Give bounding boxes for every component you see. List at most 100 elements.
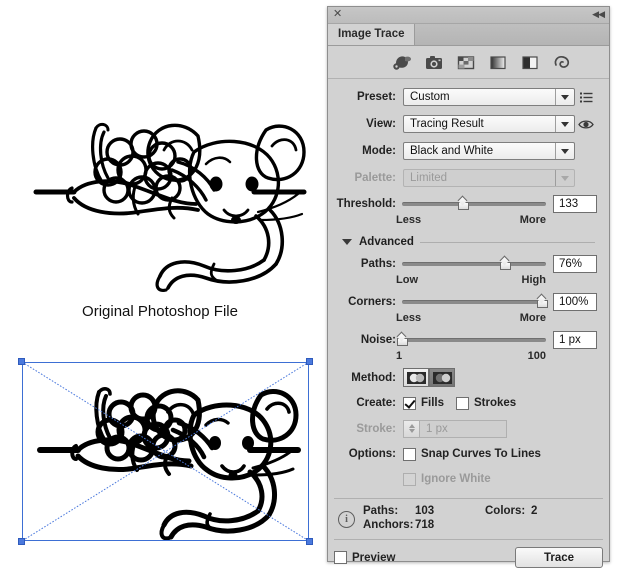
snap-curves-label: Snap Curves To Lines [421,448,541,460]
advanced-disclosure[interactable]: Advanced [334,232,597,252]
threshold-endlabels: Less More [334,214,597,229]
preset-value: Custom [410,91,450,103]
mode-select[interactable]: Black and White [403,142,575,160]
info-colors-label: Colors: [485,505,526,517]
info-values: Paths: 103 Colors: 2 Anchors: 718 [363,505,603,533]
stroke-stepper [403,419,420,438]
noise-min-label: 1 [396,350,403,362]
method-abutting-button[interactable] [403,368,429,387]
threshold-slider[interactable] [402,194,546,214]
panel-tabstrip: Image Trace [328,24,609,46]
corners-value-input[interactable]: 100% [553,293,597,311]
chevron-down-icon[interactable] [555,89,574,105]
low-color-icon[interactable] [456,54,476,71]
artwork-caption: Original Photoshop File [82,303,238,320]
paths-track [402,262,546,266]
triangle-down-icon[interactable] [342,239,352,245]
preview-checkbox[interactable] [334,551,347,564]
collapse-panel-icon[interactable]: ◀◀ [592,8,605,21]
grayscale-icon[interactable] [488,54,508,71]
view-row: View: Tracing Result [334,113,597,135]
chevron-down-icon [555,170,574,186]
tab-image-trace[interactable]: Image Trace [328,24,416,45]
trace-mode-icon-row [328,46,609,79]
preset-menu-icon[interactable] [575,92,597,103]
eye-icon[interactable] [575,119,597,130]
advanced-label: Advanced [359,236,414,248]
fills-checkbox[interactable] [403,396,416,410]
info-icon: i [338,510,355,528]
paths-slider[interactable] [402,254,546,274]
options-label: Options: [348,448,396,460]
selection-handle-bottom-right[interactable] [306,538,313,545]
paths-endlabels: Low High [334,274,597,289]
paths-min-label: Low [396,274,418,286]
ignore-white-label: Ignore White [421,473,491,485]
mode-value: Black and White [410,145,494,157]
palette-row: Palette: Limited [334,167,597,189]
corners-label: Corners: [348,296,396,308]
auto-color-icon[interactable] [392,54,412,71]
method-button-group [403,368,455,387]
info-anchors-value: 718 [415,519,435,531]
paths-row: Paths: 76% [334,254,597,274]
high-color-icon[interactable] [424,54,444,71]
chevron-down-icon[interactable] [555,116,574,132]
snap-curves-checkbox[interactable] [403,447,416,461]
corners-min-label: Less [396,312,422,324]
trace-info-section: i Paths: 103 Colors: 2 Anchors: 718 [334,498,603,539]
fills-label: Fills [421,397,445,409]
paths-thumb[interactable] [499,258,513,271]
mode-row: Mode: Black and White [334,140,597,162]
stepper-down-icon [408,429,415,433]
stepper-up-icon [408,424,415,428]
info-paths-value: 103 [415,505,435,517]
preset-select[interactable]: Custom [403,88,575,106]
view-select[interactable]: Tracing Result [403,115,575,133]
ignore-white-row: Ignore White [334,469,597,489]
threshold-min-label: Less [396,214,422,226]
stroke-label: Stroke: [356,422,396,435]
create-row: Create: Fills Strokes [334,393,597,413]
selection-handle-top-right[interactable] [306,358,313,365]
paths-value-input[interactable]: 76% [553,255,597,273]
corners-endlabels: Less More [334,312,597,327]
corners-max-label: More [519,312,546,324]
threshold-label: Threshold: [336,198,396,210]
paths-max-label: High [521,274,546,286]
view-value: Tracing Result [410,118,484,130]
stroke-row: Stroke: 1 px [334,418,597,439]
corners-thumb[interactable] [537,296,550,309]
stroke-value-input: 1 px [420,419,507,438]
selection-handle-top-left[interactable] [18,358,25,365]
outline-icon[interactable] [552,54,572,71]
chevron-down-icon[interactable] [555,143,574,159]
options-row: Options: Snap Curves To Lines [334,444,597,464]
noise-slider[interactable] [397,330,546,350]
trace-button[interactable]: Trace [515,547,603,568]
paths-label: Paths: [360,258,396,270]
tabstrip-filler [415,24,609,45]
traced-artwork-selection[interactable] [18,358,313,545]
palette-label: Palette: [354,172,396,184]
strokes-checkbox[interactable] [456,396,470,410]
artboard-canvas: Original Photoshop File [0,0,325,569]
preset-row: Preset: Custom [334,86,597,108]
corners-slider[interactable] [402,292,549,312]
traced-artwork-image [37,387,301,541]
panel-titlebar: ✕ ◀◀ [328,7,609,24]
noise-value-input[interactable]: 1 px [553,331,597,349]
advanced-divider [419,241,595,243]
corners-row: Corners: 100% [334,292,597,312]
ignore-white-checkbox [403,472,416,486]
threshold-value-input[interactable]: 133 [553,195,597,213]
noise-thumb[interactable] [397,334,410,347]
threshold-track [402,202,546,206]
threshold-thumb[interactable] [457,198,471,211]
black-and-white-icon[interactable] [520,54,540,71]
close-icon[interactable]: ✕ [333,8,342,21]
selection-handle-bottom-left[interactable] [18,538,25,545]
method-overlapping-button[interactable] [429,368,455,387]
mode-label: Mode: [362,145,396,157]
info-anchors-label: Anchors: [363,519,414,531]
